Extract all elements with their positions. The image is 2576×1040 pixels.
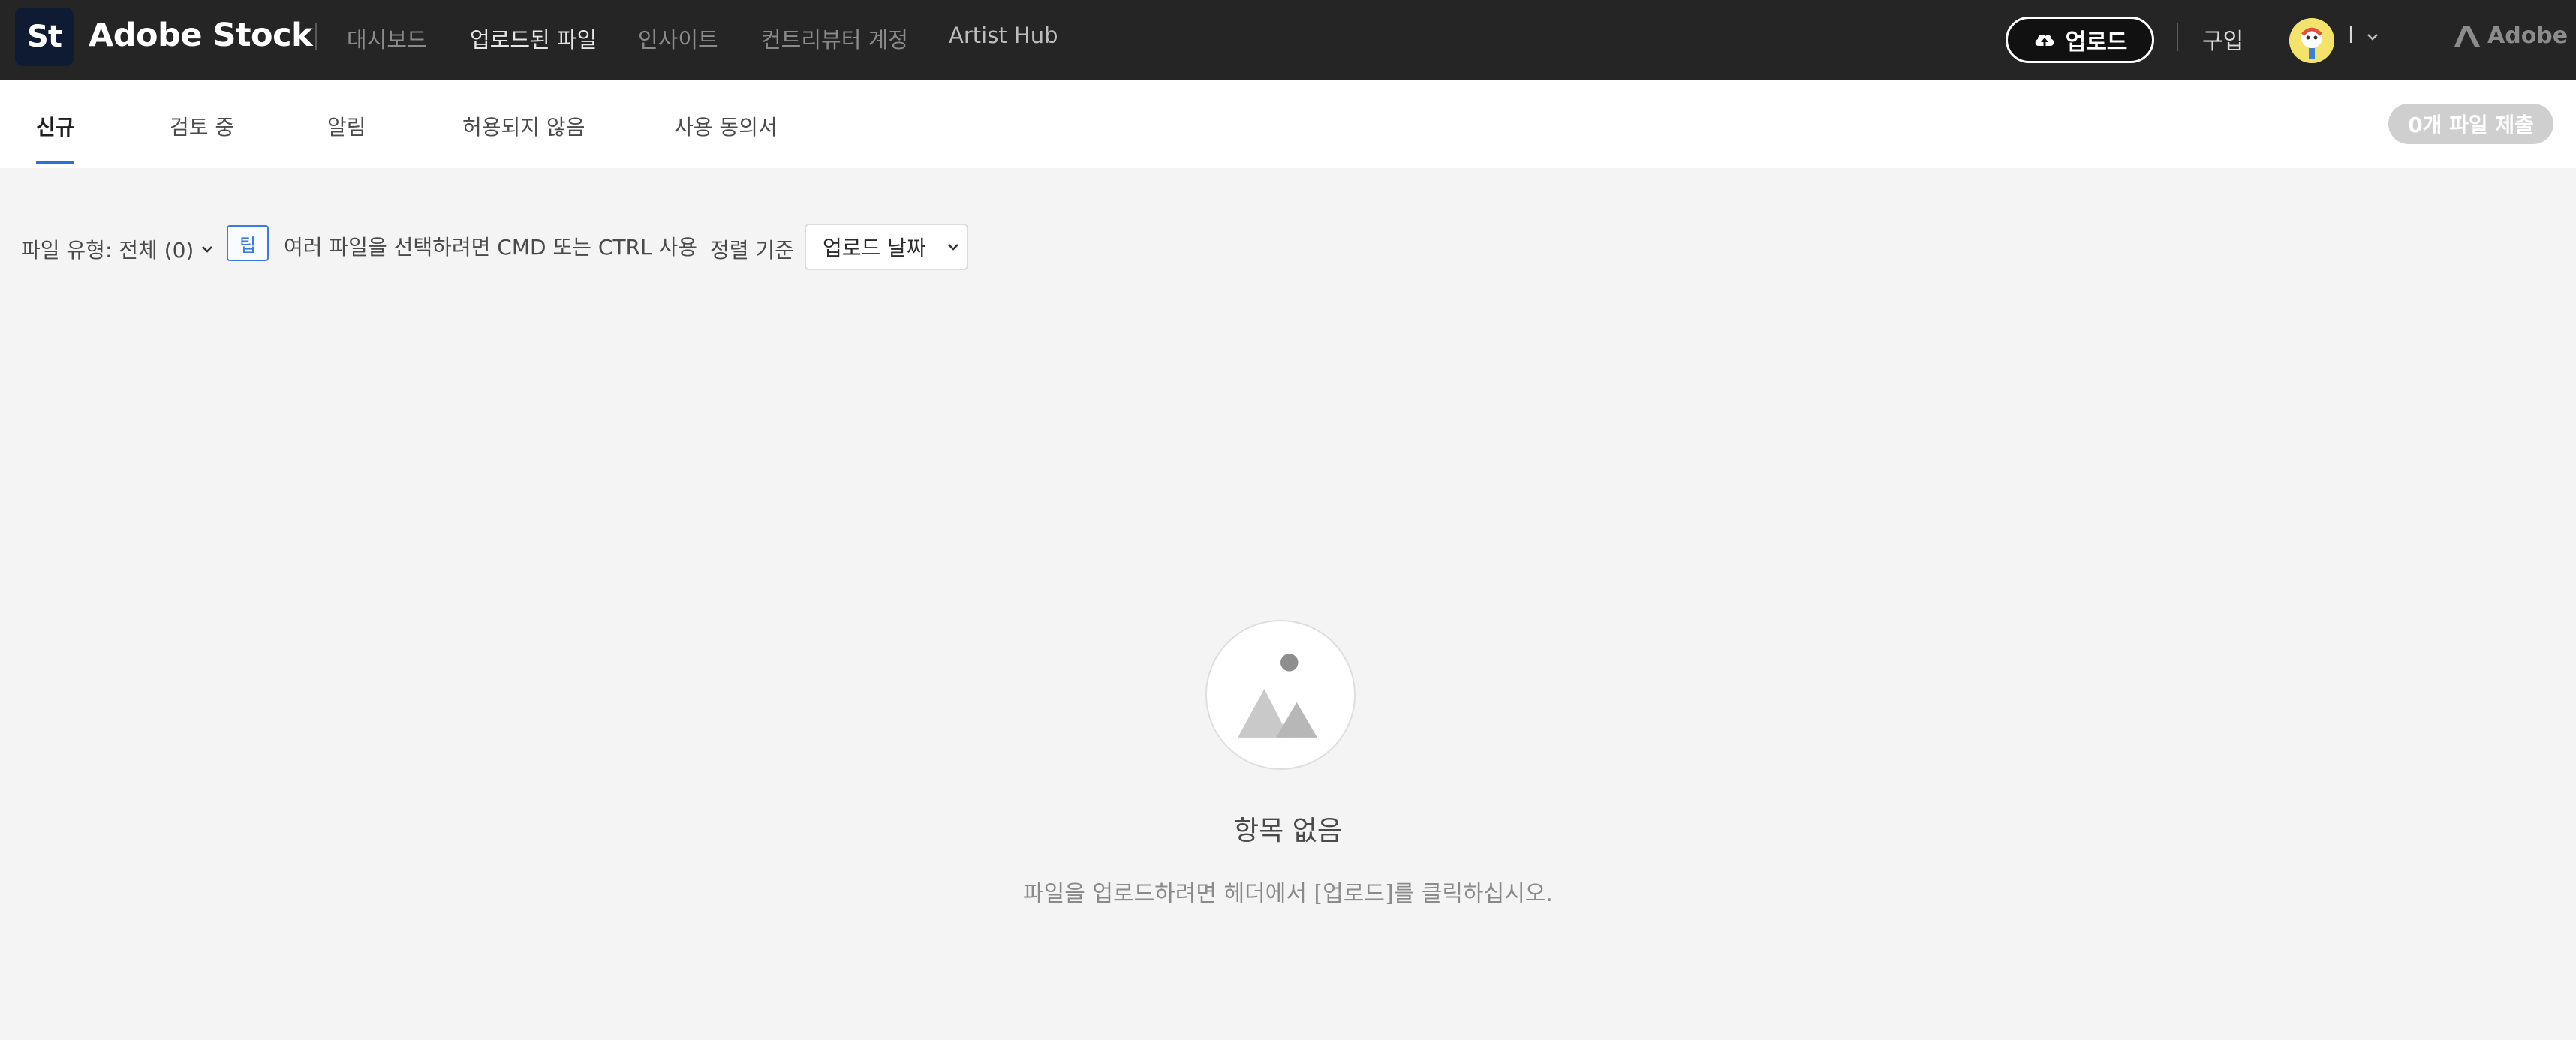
app-header: St Adobe Stock 대시보드 업로드된 파일 인사이트 컨트리뷰터 계…: [0, 0, 2576, 80]
buy-link[interactable]: 구입: [2202, 23, 2243, 56]
avatar[interactable]: [2289, 18, 2334, 63]
nav-insights[interactable]: 인사이트: [638, 23, 718, 54]
adobe-logo-icon: [2454, 25, 2480, 47]
nav-uploaded-files[interactable]: 업로드된 파일: [470, 23, 597, 54]
header-divider-right: [2177, 23, 2178, 51]
avatar-image: [2289, 18, 2334, 63]
adobe-stock-logo[interactable]: St: [15, 8, 74, 66]
tip-badge: 팁: [227, 225, 269, 261]
brand-name[interactable]: Adobe Stock: [89, 17, 313, 54]
empty-state-title: 항목 없음: [1234, 816, 1342, 846]
tab-new[interactable]: 신규: [36, 111, 75, 141]
chevron-down-icon: [947, 244, 958, 251]
adobe-label: Adobe: [2487, 23, 2568, 49]
tab-releases[interactable]: 사용 동의서: [674, 111, 778, 141]
adobe-brand-link[interactable]: Adobe: [2454, 23, 2568, 49]
upload-label: 업로드: [2065, 29, 2128, 56]
empty-image-icon: [1205, 620, 1356, 770]
sort-value: 업로드 날짜: [823, 236, 926, 260]
tip-text: 여러 파일을 선택하려면 CMD 또는 CTRL 사용: [284, 235, 698, 260]
chevron-down-icon: [202, 246, 213, 253]
status-tabs: 신규 검토 중 알림 허용되지 않음 사용 동의서 0개 파일 제출: [0, 80, 2576, 168]
sort-select[interactable]: 업로드 날짜: [805, 224, 968, 270]
file-type-filter[interactable]: 파일 유형: 전체 (0): [21, 234, 215, 264]
nav-contributor-account[interactable]: 컨트리뷰터 계정: [761, 23, 908, 54]
header-divider: [315, 23, 317, 50]
tab-in-review[interactable]: 검토 중: [170, 111, 234, 141]
submit-files-button[interactable]: 0개 파일 제출: [2388, 104, 2553, 144]
upload-button[interactable]: 업로드: [2006, 17, 2154, 63]
chevron-down-icon[interactable]: [2364, 29, 2381, 45]
nav-artist-hub[interactable]: Artist Hub: [949, 23, 1058, 48]
image-placeholder-icon: [1238, 654, 1317, 738]
tab-not-accepted[interactable]: 허용되지 않음: [462, 111, 585, 141]
nav-dashboard[interactable]: 대시보드: [347, 23, 427, 54]
logo-text: St: [27, 20, 62, 54]
file-type-label: 파일 유형: 전체 (0): [21, 238, 194, 263]
active-tab-indicator: [36, 161, 74, 164]
sort-label: 정렬 기준: [710, 238, 794, 263]
user-name[interactable]: I: [2348, 23, 2355, 49]
tab-notifications[interactable]: 알림: [327, 111, 366, 141]
cloud-upload-icon: [2035, 34, 2054, 47]
empty-state-subtitle: 파일을 업로드하려면 헤더에서 [업로드]를 클릭하십시오.: [1023, 881, 1553, 907]
